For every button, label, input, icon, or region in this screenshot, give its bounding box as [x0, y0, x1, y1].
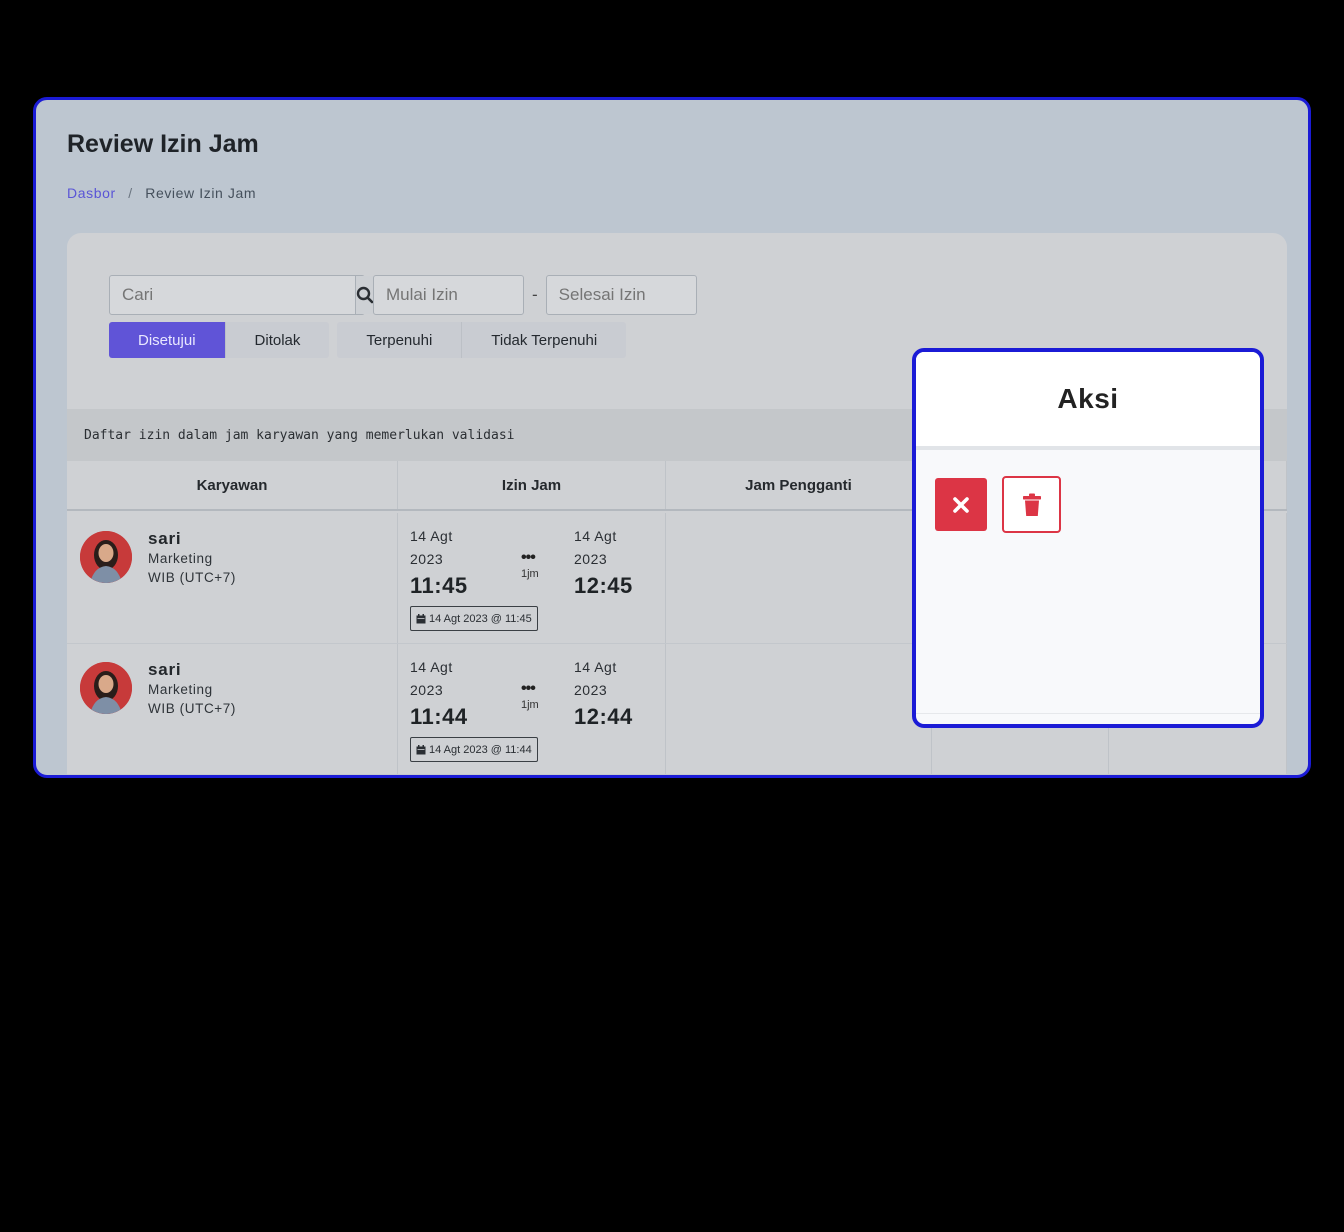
reject-button[interactable] [935, 478, 987, 531]
tab-ditolak[interactable]: Ditolak [225, 322, 330, 358]
start-date-year: 2023 [410, 551, 444, 567]
breadcrumb: Dasbor / Review Izin Jam [67, 185, 256, 201]
tab-disetujui[interactable]: Disetujui [109, 322, 226, 358]
column-header-jam-pengganti[interactable]: Jam Pengganti [666, 461, 932, 509]
duration: 1jm [521, 699, 539, 711]
breadcrumb-separator: / [128, 185, 133, 201]
end-date-day: 14 Agt [574, 659, 617, 675]
calendar-icon [416, 613, 426, 623]
jam-pengganti-cell [666, 513, 932, 643]
column-header-karyawan[interactable]: Karyawan [67, 461, 398, 509]
employee-cell: sari Marketing WIB (UTC+7) [67, 644, 398, 774]
filter-tabs: Disetujui Ditolak Terpenuhi Tidak Terpen… [109, 322, 634, 358]
employee-name: sari [148, 660, 182, 679]
start-date: 14 Agt 2023 [410, 525, 453, 571]
breadcrumb-home-link[interactable]: Dasbor [67, 185, 116, 201]
employee-department: Marketing [148, 682, 213, 697]
submitted-stamp-text: 14 Agt 2023 @ 11:44 [429, 743, 532, 756]
start-time: 11:45 [410, 573, 468, 598]
start-date-day: 14 Agt [410, 528, 453, 544]
calendar-icon [416, 744, 426, 754]
start-date: 14 Agt 2023 [410, 656, 453, 702]
tab-terpenuhi[interactable]: Terpenuhi [337, 322, 463, 358]
submitted-stamp-text: 14 Agt 2023 @ 11:45 [429, 612, 532, 625]
end-date-year: 2023 [574, 551, 608, 567]
search-button[interactable] [355, 276, 374, 314]
submitted-stamp: 14 Agt 2023 @ 11:44 [410, 737, 538, 762]
search-icon [356, 286, 374, 304]
employee-timezone: WIB (UTC+7) [148, 570, 236, 585]
filter-bar: - [109, 275, 697, 315]
end-time: 12:45 [574, 573, 633, 598]
trash-icon [1022, 493, 1041, 516]
jam-pengganti-cell [666, 644, 932, 774]
end-date: 14 Agt 2023 [574, 656, 617, 702]
start-time: 11:44 [410, 704, 468, 729]
search-group [109, 275, 374, 315]
start-date-input[interactable] [373, 275, 524, 315]
employee-name: sari [148, 529, 182, 548]
breadcrumb-current: Review Izin Jam [145, 185, 257, 201]
end-date-day: 14 Agt [574, 528, 617, 544]
ellipsis-icon: ••• [521, 549, 536, 566]
end-time: 12:44 [574, 704, 633, 729]
delete-button[interactable] [1002, 476, 1061, 533]
tab-tidak-terpenuhi[interactable]: Tidak Terpenuhi [462, 322, 627, 358]
popup-footer-divider [916, 713, 1260, 714]
actions-popup: Aksi [912, 348, 1264, 728]
actions-popup-title: Aksi [916, 352, 1260, 450]
employee-timezone: WIB (UTC+7) [148, 701, 236, 716]
duration: 1jm [521, 568, 539, 580]
submitted-stamp: 14 Agt 2023 @ 11:45 [410, 606, 538, 631]
date-range-separator: - [532, 285, 538, 304]
izin-jam-cell: 14 Agt 2023 11:44 ••• 1jm 14 Agt 2023 12… [398, 644, 666, 774]
fulfillment-tab-group: Terpenuhi Tidak Terpenuhi [337, 322, 627, 358]
end-date-year: 2023 [574, 682, 608, 698]
avatar [80, 531, 132, 583]
ellipsis-icon: ••• [521, 680, 536, 697]
status-tab-group: Disetujui Ditolak [109, 322, 330, 358]
end-date-input[interactable] [545, 275, 697, 315]
column-header-izin-jam[interactable]: Izin Jam [398, 461, 666, 509]
page-title: Review Izin Jam [67, 130, 259, 158]
search-input[interactable] [110, 276, 355, 314]
close-icon [953, 496, 969, 513]
employee-department: Marketing [148, 551, 213, 566]
employee-cell: sari Marketing WIB (UTC+7) [67, 513, 398, 643]
end-date: 14 Agt 2023 [574, 525, 617, 571]
izin-jam-cell: 14 Agt 2023 11:45 ••• 1jm 14 Agt 2023 12… [398, 513, 666, 643]
avatar [80, 662, 132, 714]
start-date-year: 2023 [410, 682, 444, 698]
start-date-day: 14 Agt [410, 659, 453, 675]
